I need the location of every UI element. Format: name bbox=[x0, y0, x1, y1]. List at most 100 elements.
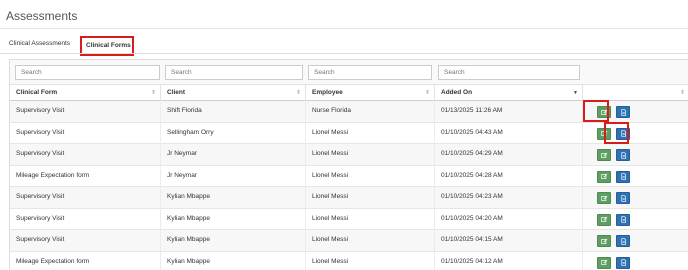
cell-actions bbox=[583, 187, 688, 208]
edit-icon bbox=[600, 259, 607, 265]
search-input-form[interactable] bbox=[15, 65, 160, 80]
cell-clinical-form: Supervisory Visit bbox=[10, 208, 161, 230]
table-header: Clinical Form ⬍ Client ⬍ Employee ⬍ Adde… bbox=[10, 85, 688, 101]
cell-added-on: 01/10/2025 04:23 AM bbox=[435, 187, 583, 208]
edit-icon bbox=[600, 109, 607, 115]
cell-clinical-form: Supervisory Visit bbox=[10, 122, 161, 144]
view-document-button[interactable] bbox=[616, 106, 630, 118]
cell-added-on: 01/10/2025 04:20 AM bbox=[435, 208, 583, 230]
cell-clinical-form: Supervisory Visit bbox=[10, 101, 161, 122]
column-header-client[interactable]: Client ⬍ bbox=[161, 85, 306, 101]
document-icon bbox=[620, 151, 626, 159]
search-input-employee[interactable] bbox=[308, 65, 432, 80]
cell-client: Sellingham Orry bbox=[161, 122, 306, 144]
cell-clinical-form: Supervisory Visit bbox=[10, 187, 161, 208]
document-icon bbox=[620, 259, 626, 266]
cell-actions bbox=[583, 166, 688, 187]
search-input-added[interactable] bbox=[438, 65, 580, 80]
edit-button[interactable] bbox=[597, 256, 611, 269]
view-document-button[interactable] bbox=[616, 213, 630, 226]
sort-desc-icon: ▼ bbox=[573, 90, 578, 96]
cell-client: Kylian Mbappe bbox=[161, 230, 306, 251]
sort-icon: ⬍ bbox=[295, 90, 301, 96]
table-row: Supervisory Visit Kylian Mbappe Lionel Mes… bbox=[10, 230, 688, 252]
cell-employee: Nurse Florida bbox=[306, 101, 435, 122]
cell-actions bbox=[583, 230, 688, 251]
cell-added-on: 01/13/2025 11:26 AM bbox=[435, 101, 583, 122]
view-document-button[interactable] bbox=[616, 235, 630, 247]
view-document-button[interactable] bbox=[616, 170, 630, 183]
column-header-added[interactable]: Added On ▼ bbox=[435, 85, 583, 101]
edit-button[interactable] bbox=[597, 170, 611, 183]
table-body: Supervisory Visit Shift Florida Nurse Flor… bbox=[10, 101, 688, 270]
cell-actions bbox=[583, 123, 688, 144]
sort-icon: ⬍ bbox=[150, 90, 156, 96]
edit-button[interactable] bbox=[597, 235, 611, 247]
cell-added-on: 01/10/2025 04:43 AM bbox=[435, 122, 583, 144]
cell-employee: Lionel Messi bbox=[306, 187, 435, 208]
column-label-added: Added On bbox=[441, 89, 473, 96]
table-row: Supervisory Visit Shift Florida Nurse Flor… bbox=[10, 101, 688, 123]
cell-employee: Lionel Messi bbox=[306, 144, 435, 165]
cell-employee: Lionel Messi bbox=[306, 165, 435, 187]
table-row: Supervisory Visit Kylian Mbappe Lionel Mes… bbox=[10, 187, 688, 209]
column-header-employee[interactable]: Employee ⬍ bbox=[306, 85, 435, 101]
edit-icon bbox=[600, 173, 607, 179]
edit-icon bbox=[600, 216, 607, 222]
document-icon bbox=[620, 173, 626, 180]
forms-table: Clinical Form ⬍ Client ⬍ Employee ⬍ Adde… bbox=[9, 59, 688, 270]
cell-client: Jr Neymar bbox=[161, 165, 306, 187]
edit-icon bbox=[600, 195, 607, 201]
view-document-button[interactable] bbox=[616, 256, 630, 269]
edit-button[interactable] bbox=[597, 127, 611, 140]
page-title: Assessments bbox=[6, 9, 78, 23]
sort-icon: ⬍ bbox=[679, 90, 685, 96]
cell-employee: Lionel Messi bbox=[306, 208, 435, 230]
edit-icon bbox=[600, 238, 607, 244]
cell-clinical-form: Supervisory Visit bbox=[10, 230, 161, 251]
edit-icon bbox=[600, 130, 607, 136]
table-row: Mileage Expectation form Jr Neymar Lionel … bbox=[10, 165, 688, 187]
cell-clinical-form: Mileage Expectation form bbox=[10, 251, 161, 270]
cell-added-on: 01/10/2025 04:12 AM bbox=[435, 251, 583, 270]
cell-added-on: 01/10/2025 04:28 AM bbox=[435, 165, 583, 187]
cell-employee: Lionel Messi bbox=[306, 230, 435, 251]
cell-clinical-form: Supervisory Visit bbox=[10, 144, 161, 165]
search-row bbox=[10, 60, 688, 85]
sort-icon: ⬍ bbox=[424, 90, 430, 96]
tab-bar: Clinical Assessments Clinical Forms bbox=[0, 31, 688, 56]
edit-button[interactable] bbox=[597, 213, 611, 226]
cell-actions bbox=[583, 252, 688, 270]
table-row: Supervisory Visit Sellingham Orry Lionel M… bbox=[10, 122, 688, 144]
title-divider bbox=[0, 28, 688, 29]
edit-icon bbox=[600, 152, 607, 158]
column-header-actions[interactable]: ⬍ bbox=[583, 85, 688, 101]
tab-clinical-assessments[interactable]: Clinical Assessments bbox=[9, 35, 70, 52]
cell-added-on: 01/10/2025 04:15 AM bbox=[435, 230, 583, 251]
column-header-form[interactable]: Clinical Form ⬍ bbox=[10, 85, 161, 101]
edit-button[interactable] bbox=[597, 106, 611, 118]
cell-client: Shift Florida bbox=[161, 101, 306, 122]
cell-added-on: 01/10/2025 04:29 AM bbox=[435, 144, 583, 165]
search-input-client[interactable] bbox=[165, 65, 303, 80]
cell-actions bbox=[583, 209, 688, 230]
edit-button[interactable] bbox=[597, 192, 611, 204]
cell-client: Kylian Mbappe bbox=[161, 251, 306, 270]
document-icon bbox=[620, 237, 626, 245]
table-row: Supervisory Visit Kylian Mbappe Lionel Mes… bbox=[10, 208, 688, 230]
cell-client: Kylian Mbappe bbox=[161, 187, 306, 208]
column-label-employee: Employee bbox=[312, 89, 343, 96]
column-label-form: Clinical Form bbox=[16, 89, 58, 96]
cell-employee: Lionel Messi bbox=[306, 122, 435, 144]
edit-button[interactable] bbox=[597, 149, 611, 161]
view-document-button[interactable] bbox=[616, 192, 630, 204]
document-icon bbox=[620, 130, 626, 137]
table-row: Supervisory Visit Jr Neymar Lionel Messi 01… bbox=[10, 144, 688, 166]
cell-actions bbox=[583, 101, 688, 122]
view-document-button[interactable] bbox=[616, 149, 630, 161]
cell-employee: Lionel Messi bbox=[306, 251, 435, 270]
view-document-button[interactable] bbox=[616, 127, 630, 140]
cell-clinical-form: Mileage Expectation form bbox=[10, 165, 161, 187]
tab-divider bbox=[0, 53, 688, 54]
column-label-client: Client bbox=[167, 89, 186, 96]
